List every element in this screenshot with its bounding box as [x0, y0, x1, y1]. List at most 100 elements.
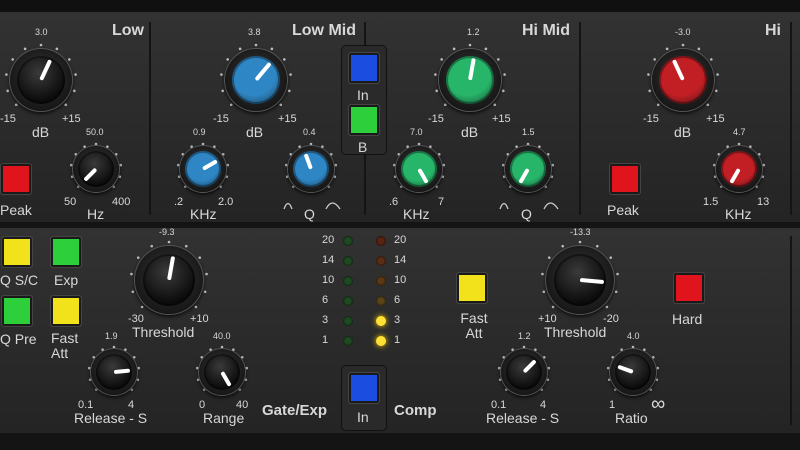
comp-threshold-knob[interactable] — [540, 240, 620, 320]
low-gain-min: -15 — [0, 113, 16, 125]
band-title-low: Low — [112, 22, 144, 39]
meter-led — [343, 296, 353, 306]
meter-led — [343, 316, 353, 326]
lowmid-gain-min: -15 — [213, 113, 229, 125]
band-title-hi: Hi — [765, 22, 781, 39]
qpre-label: Q Pre — [0, 331, 37, 347]
lowmid-gain-knob[interactable] — [219, 43, 293, 117]
gate-release-value: 1.9 — [105, 331, 118, 341]
meter-label: 1 — [322, 334, 329, 346]
meter-label: 14 — [322, 254, 335, 266]
gate-range-label: Range — [203, 410, 245, 426]
meter-label: 10 — [394, 274, 407, 286]
meter-label: 20 — [394, 234, 407, 246]
qsc-button[interactable] — [2, 237, 32, 267]
hi-freq-min: 1.5 — [703, 196, 719, 208]
exp-label: Exp — [54, 272, 79, 288]
hard-knee-label: Hard — [672, 311, 703, 327]
knob-cap — [659, 56, 707, 104]
knob-cap — [293, 151, 329, 187]
comp-fast-att-button[interactable] — [457, 273, 487, 303]
comp-release-value: 1.2 — [518, 331, 531, 341]
lowmid-freq-unit: KHz — [190, 206, 217, 222]
lowmid-q-knob[interactable] — [284, 142, 338, 196]
himid-freq-knob[interactable] — [392, 142, 446, 196]
low-hz-unit: Hz — [87, 206, 105, 222]
meter-label: 10 — [322, 274, 335, 286]
himid-freq-max: 7 — [438, 196, 445, 208]
comp-ratio-knob[interactable] — [606, 345, 660, 399]
himid-gain-value: 1.2 — [467, 27, 480, 37]
comp-ratio-value: 4.0 — [627, 331, 640, 341]
lowmid-q-value: 0.4 — [303, 127, 316, 137]
qpre-button[interactable] — [2, 296, 32, 326]
gate-threshold-value: -9.3 — [159, 227, 175, 237]
himid-gain-min: -15 — [428, 113, 444, 125]
hi-freq-knob[interactable] — [712, 142, 766, 196]
himid-freq-unit: KHz — [403, 206, 430, 222]
gate-threshold-knob[interactable] — [129, 240, 209, 320]
meter-led — [376, 336, 386, 346]
lowmid-freq-knob[interactable] — [176, 142, 230, 196]
low-hz-value: 50.0 — [86, 127, 104, 137]
himid-gain-knob[interactable] — [433, 43, 507, 117]
gate-range-knob[interactable] — [195, 345, 249, 399]
hi-freq-value: 4.7 — [733, 127, 746, 137]
eq-b-button[interactable] — [349, 105, 379, 135]
meter-label: 6 — [322, 294, 329, 306]
himid-q-unit: Q — [521, 206, 532, 222]
hard-knee-button[interactable] — [674, 273, 704, 303]
comp-threshold-value: -13.3 — [570, 227, 591, 237]
hi-gain-value: -3.0 — [675, 27, 691, 37]
lowmid-gain-value: 3.8 — [248, 27, 261, 37]
gate-release-knob[interactable] — [87, 345, 141, 399]
meter-led — [376, 296, 386, 306]
meter-led — [343, 256, 353, 266]
meter-label: 3 — [322, 314, 329, 326]
lowmid-freq-value: 0.9 — [193, 127, 206, 137]
himid-gain-unit: dB — [461, 124, 479, 140]
hi-freq-unit: KHz — [725, 206, 752, 222]
hi-freq-max: 13 — [757, 196, 770, 208]
hi-peak-label: Peak — [607, 202, 639, 218]
himid-q-knob[interactable] — [501, 142, 555, 196]
meter-label: 3 — [394, 314, 401, 326]
gate-threshold-label: Threshold — [132, 324, 195, 340]
channel-strip-plugin: Low Low Mid Hi Mid Hi 3.0 -15 +15 dB 50.… — [0, 0, 800, 450]
eq-in-label: In — [357, 87, 369, 103]
band-title-low-mid: Low Mid — [292, 22, 356, 39]
meter-label: 6 — [394, 294, 401, 306]
low-gain-max: +15 — [62, 113, 81, 125]
low-hz-min: 50 — [64, 196, 77, 208]
meter-led — [376, 316, 386, 326]
low-gain-unit: dB — [32, 124, 50, 140]
dyn-in-button[interactable] — [349, 373, 379, 403]
himid-q-value: 1.5 — [522, 127, 535, 137]
himid-freq-value: 7.0 — [410, 127, 423, 137]
lowmid-q-unit: Q — [304, 206, 315, 222]
hi-peak-button[interactable] — [610, 164, 640, 194]
gate-fast-att-button[interactable] — [51, 296, 81, 326]
lowmid-freq-max: 2.0 — [218, 196, 234, 208]
low-hz-knob[interactable] — [69, 142, 123, 196]
meter-led — [343, 236, 353, 246]
low-gain-value: 3.0 — [35, 27, 48, 37]
gate-fast-att-label: Fast Att — [51, 330, 79, 361]
low-gain-knob[interactable] — [4, 43, 78, 117]
himid-freq-min: .6 — [389, 196, 399, 208]
meter-label: 20 — [322, 234, 335, 246]
comp-ratio-label: Ratio — [615, 410, 648, 426]
gate-range-value: 40.0 — [213, 331, 231, 341]
hi-gain-knob[interactable] — [646, 43, 720, 117]
hi-gain-unit: dB — [674, 124, 692, 140]
knob-cap — [615, 354, 651, 390]
eq-in-button[interactable] — [349, 53, 379, 83]
lowmid-gain-unit: dB — [246, 124, 264, 140]
comp-threshold-label: Threshold — [544, 324, 607, 340]
exp-button[interactable] — [51, 237, 81, 267]
low-peak-button[interactable] — [1, 164, 31, 194]
gate-exp-title: Gate/Exp — [262, 402, 328, 419]
meter-led — [376, 256, 386, 266]
comp-release-knob[interactable] — [497, 345, 551, 399]
meter-label: 14 — [394, 254, 407, 266]
